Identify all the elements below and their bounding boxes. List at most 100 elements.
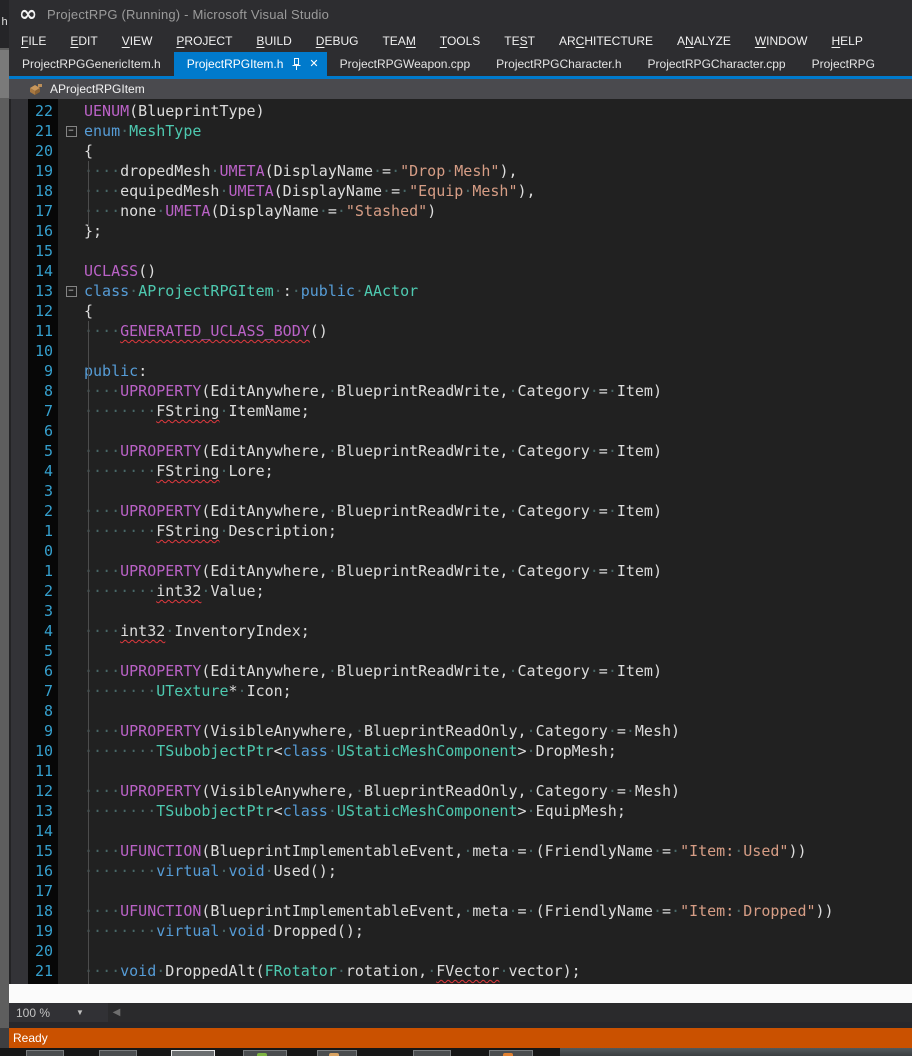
code-line[interactable]: 12····UPROPERTY(VisibleAnywhere,·Bluepri…	[9, 781, 912, 801]
line-number: 4	[9, 621, 58, 641]
code-line[interactable]: 13········TSubobjectPtr<class·UStaticMes…	[9, 801, 912, 821]
code-line[interactable]: 20{	[9, 141, 912, 161]
code-line[interactable]: 17	[9, 881, 912, 901]
line-number: 6	[9, 421, 58, 441]
menu-debug[interactable]: DEBUG	[304, 31, 371, 51]
code-text: ····UPROPERTY(VisibleAnywhere,·Blueprint…	[84, 721, 680, 741]
tab-projectrpg[interactable]: ProjectRPG	[799, 52, 888, 76]
code-line[interactable]: 1····UPROPERTY(EditAnywhere,·BlueprintRe…	[9, 561, 912, 581]
code-line[interactable]: 6····UPROPERTY(EditAnywhere,·BlueprintRe…	[9, 661, 912, 681]
taskbar-button-5[interactable]	[317, 1050, 357, 1056]
taskbar-button-4[interactable]	[243, 1050, 287, 1056]
code-line[interactable]: 13−class·AProjectRPGItem·:·public·AActor	[9, 281, 912, 301]
taskbar-button-1[interactable]	[26, 1050, 64, 1056]
menu-project[interactable]: PROJECT	[164, 31, 244, 51]
code-line[interactable]: 3	[9, 481, 912, 501]
menu-build[interactable]: BUILD	[244, 31, 303, 51]
code-line[interactable]: 1········FString·Description;	[9, 521, 912, 541]
code-line[interactable]: 4········FString·Lore;	[9, 461, 912, 481]
line-number: 9	[9, 361, 58, 381]
code-line[interactable]: 8	[9, 701, 912, 721]
code-line[interactable]: 8····UPROPERTY(EditAnywhere,·BlueprintRe…	[9, 381, 912, 401]
line-number: 6	[9, 661, 58, 681]
line-number: 15	[9, 241, 58, 261]
code-line[interactable]: 11····GENERATED_UCLASS_BODY()	[9, 321, 912, 341]
fold-column	[58, 541, 84, 561]
taskbar-button-2[interactable]	[99, 1050, 137, 1056]
taskbar-button-3[interactable]	[171, 1050, 215, 1056]
code-line[interactable]: 17 ····none·UMETA(DisplayName·=·"Stashed"…	[9, 201, 912, 221]
code-line[interactable]: 2····UPROPERTY(EditAnywhere,·BlueprintRe…	[9, 501, 912, 521]
code-line[interactable]: 2········int32·Value;	[9, 581, 912, 601]
tab-projectrpgitem.h[interactable]: ProjectRPGItem.h✕	[174, 52, 327, 76]
code-line[interactable]: 0	[9, 541, 912, 561]
code-line[interactable]: 15	[9, 241, 912, 261]
code-line[interactable]: 5	[9, 641, 912, 661]
code-line[interactable]: 4····int32·InventoryIndex;	[9, 621, 912, 641]
menu-test[interactable]: TEST	[492, 31, 547, 51]
code-line[interactable]: 9public:	[9, 361, 912, 381]
line-number: 9	[9, 721, 58, 741]
code-line[interactable]: 9 ····UPROPERTY(VisibleAnywhere,·Blueprin…	[9, 721, 912, 741]
tab-projectrpgcharacter.h[interactable]: ProjectRPGCharacter.h	[483, 52, 634, 76]
line-number: 3	[9, 601, 58, 621]
scroll-left-arrow-icon[interactable]: ◀	[108, 1003, 125, 1022]
fold-collapse-icon[interactable]: −	[66, 126, 77, 137]
horizontal-scrollbar[interactable]	[125, 1003, 912, 1022]
line-number: 21	[9, 121, 58, 141]
code-line[interactable]: 20	[9, 941, 912, 961]
tab-projectrpgcharacter.cpp[interactable]: ProjectRPGCharacter.cpp	[635, 52, 799, 76]
menu-analyze[interactable]: ANALYZE	[665, 31, 743, 51]
code-line[interactable]: 14	[9, 821, 912, 841]
code-line[interactable]: 16};	[9, 221, 912, 241]
menu-team[interactable]: TEAM	[370, 31, 427, 51]
code-line[interactable]: 19········virtual·void·Dropped();	[9, 921, 912, 941]
code-line[interactable]: 10········TSubobjectPtr<class·UStaticMes…	[9, 741, 912, 761]
menu-window[interactable]: WINDOW	[743, 31, 820, 51]
code-line[interactable]: 7········UTexture*·Icon;	[9, 681, 912, 701]
code-line[interactable]: 22UENUM(BlueprintType)	[9, 101, 912, 121]
code-line[interactable]: 7········FString·ItemName;	[9, 401, 912, 421]
code-line[interactable]: 16········virtual·void·Used();	[9, 861, 912, 881]
fold-column	[58, 521, 84, 541]
code-line[interactable]: 12{	[9, 301, 912, 321]
code-line[interactable]: 21····void·DroppedAlt(FRotator·rotation,…	[9, 961, 912, 981]
code-line[interactable]: 21−enum·MeshType	[9, 121, 912, 141]
menu-edit[interactable]: EDIT	[58, 31, 109, 51]
menu-view[interactable]: VIEW	[110, 31, 165, 51]
code-text: ····none·UMETA(DisplayName·=·"Stashed")	[84, 201, 436, 221]
menu-help[interactable]: HELP	[819, 31, 874, 51]
pin-icon[interactable]	[292, 58, 301, 70]
line-number: 1	[9, 521, 58, 541]
zoom-level-select[interactable]: 100 % ▼	[8, 1003, 108, 1022]
line-number: 8	[9, 701, 58, 721]
code-line[interactable]: 5····UPROPERTY(EditAnywhere,·BlueprintRe…	[9, 441, 912, 461]
code-line[interactable]: 19····dropedMesh·UMETA(DisplayName·=·"Dr…	[9, 161, 912, 181]
fold-collapse-icon[interactable]: −	[66, 286, 77, 297]
taskbar-button-7[interactable]	[489, 1050, 533, 1056]
line-number: 17	[9, 201, 58, 221]
line-number: 13	[9, 801, 58, 821]
code-line[interactable]: 6	[9, 421, 912, 441]
tab-projectrpggenericitem.h[interactable]: ProjectRPGGenericItem.h	[9, 52, 174, 76]
code-text: ····UPROPERTY(EditAnywhere,·BlueprintRea…	[84, 381, 662, 401]
code-line[interactable]: 10	[9, 341, 912, 361]
close-icon[interactable]: ✕	[309, 59, 318, 70]
code-line[interactable]: 11	[9, 761, 912, 781]
code-line[interactable]: 14UCLASS()	[9, 261, 912, 281]
code-line[interactable]: 15····UFUNCTION(BlueprintImplementableEv…	[9, 841, 912, 861]
menu-architecture[interactable]: ARCHITECTURE	[547, 31, 665, 51]
taskbar-button-6[interactable]	[413, 1050, 451, 1056]
fold-column	[58, 321, 84, 341]
code-line[interactable]: 3	[9, 601, 912, 621]
menu-tools[interactable]: TOOLS	[428, 31, 492, 51]
code-text: ········UTexture*·Icon;	[84, 681, 292, 701]
code-line[interactable]: 18····UFUNCTION(BlueprintImplementableEv…	[9, 901, 912, 921]
line-number: 13	[9, 281, 58, 301]
navigation-bar[interactable]: AProjectRPGItem	[9, 79, 912, 99]
breadcrumb-class-name[interactable]: AProjectRPGItem	[50, 82, 145, 96]
code-editor[interactable]: 22UENUM(BlueprintType)21−enum·MeshType20…	[9, 99, 912, 984]
menu-file[interactable]: FILE	[9, 31, 58, 51]
tab-projectrpgweapon.cpp[interactable]: ProjectRPGWeapon.cpp	[327, 52, 484, 76]
code-line[interactable]: 18····equipedMesh·UMETA(DisplayName·=·"E…	[9, 181, 912, 201]
